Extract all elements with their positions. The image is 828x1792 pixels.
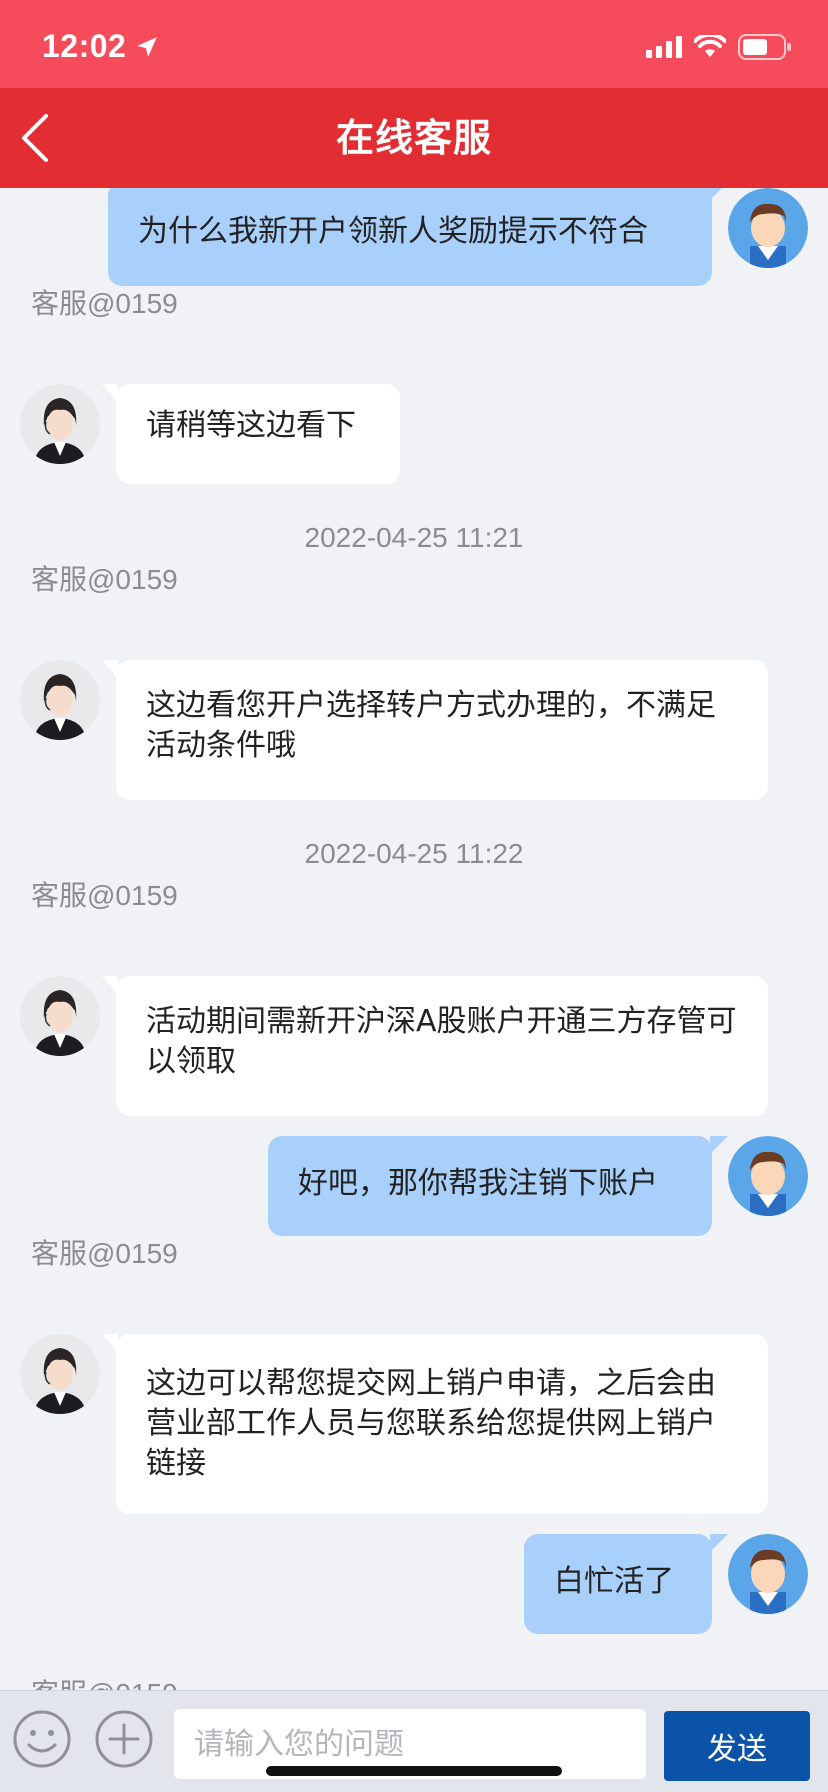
agent-avatar-icon[interactable] xyxy=(20,1334,100,1414)
message-text: 这边可以帮您提交网上销户申请，之后会由营业部工作人员与您联系给您提供网上销户链接 xyxy=(146,1366,716,1481)
battery-icon xyxy=(738,34,791,60)
signal-icon xyxy=(646,36,682,58)
chat-list[interactable]: 为什么我新开户领新人奖励提示不符合 客服@0159 请稍等这边看下 2022-0… xyxy=(0,188,828,1690)
message-text: 白忙活了 xyxy=(554,1564,674,1599)
wifi-icon xyxy=(694,35,726,57)
incoming-message-bubble[interactable]: 请稍等这边看下 xyxy=(102,384,400,484)
status-time-group: 12:02 xyxy=(42,28,160,65)
smiley-icon[interactable] xyxy=(12,1709,72,1769)
plus-circle-icon[interactable] xyxy=(94,1709,154,1769)
message-text: 为什么我新开户领新人奖励提示不符合 xyxy=(138,214,648,249)
agent-avatar-icon[interactable] xyxy=(20,660,100,740)
sender-name: 客服@0159 xyxy=(31,564,178,595)
agent-avatar-icon[interactable] xyxy=(20,976,100,1056)
timestamp: 2022-04-25 11:21 xyxy=(304,522,524,553)
home-indicator xyxy=(266,1766,562,1776)
incoming-message-bubble[interactable]: 这边看您开户选择转户方式办理的，不满足活动条件哦 xyxy=(102,660,768,800)
status-indicators xyxy=(646,34,792,60)
message-text: 请稍等这边看下 xyxy=(146,408,356,443)
user-avatar-icon[interactable] xyxy=(728,188,808,268)
location-arrow-icon xyxy=(137,36,158,57)
message-text: 活动期间需新开沪深A股账户开通三方存管可以领取 xyxy=(146,1004,737,1079)
sender-name: 客服@0159 xyxy=(31,1672,178,1690)
status-bar: 12:02 xyxy=(0,0,828,88)
timestamp: 2022-04-25 11:22 xyxy=(304,838,524,869)
input-bar: 发送 xyxy=(0,1690,828,1792)
incoming-message-bubble[interactable]: 活动期间需新开沪深A股账户开通三方存管可以领取 xyxy=(102,976,768,1116)
message-text: 好吧，那你帮我注销下账户 xyxy=(298,1166,658,1201)
outgoing-message-bubble[interactable]: 为什么我新开户领新人奖励提示不符合 xyxy=(108,188,728,286)
agent-avatar-icon[interactable] xyxy=(20,384,100,464)
message-text: 这边看您开户选择转户方式办理的，不满足活动条件哦 xyxy=(146,688,716,763)
outgoing-message-bubble[interactable]: 好吧，那你帮我注销下账户 xyxy=(268,1136,728,1236)
page-title: 在线客服 xyxy=(335,116,492,160)
user-avatar-icon[interactable] xyxy=(728,1136,808,1216)
sender-name: 客服@0159 xyxy=(31,288,178,319)
sender-name: 客服@0159 xyxy=(31,880,178,911)
send-button[interactable]: 发送 xyxy=(664,1711,810,1781)
nav-bar: 在线客服 xyxy=(0,88,828,188)
outgoing-message-bubble[interactable]: 白忙活了 xyxy=(524,1534,728,1634)
user-avatar-icon[interactable] xyxy=(728,1534,808,1614)
status-time: 12:02 xyxy=(42,28,127,64)
sender-name: 客服@0159 xyxy=(31,1238,178,1269)
incoming-message-bubble[interactable]: 这边可以帮您提交网上销户申请，之后会由营业部工作人员与您联系给您提供网上销户链接 xyxy=(102,1334,768,1514)
